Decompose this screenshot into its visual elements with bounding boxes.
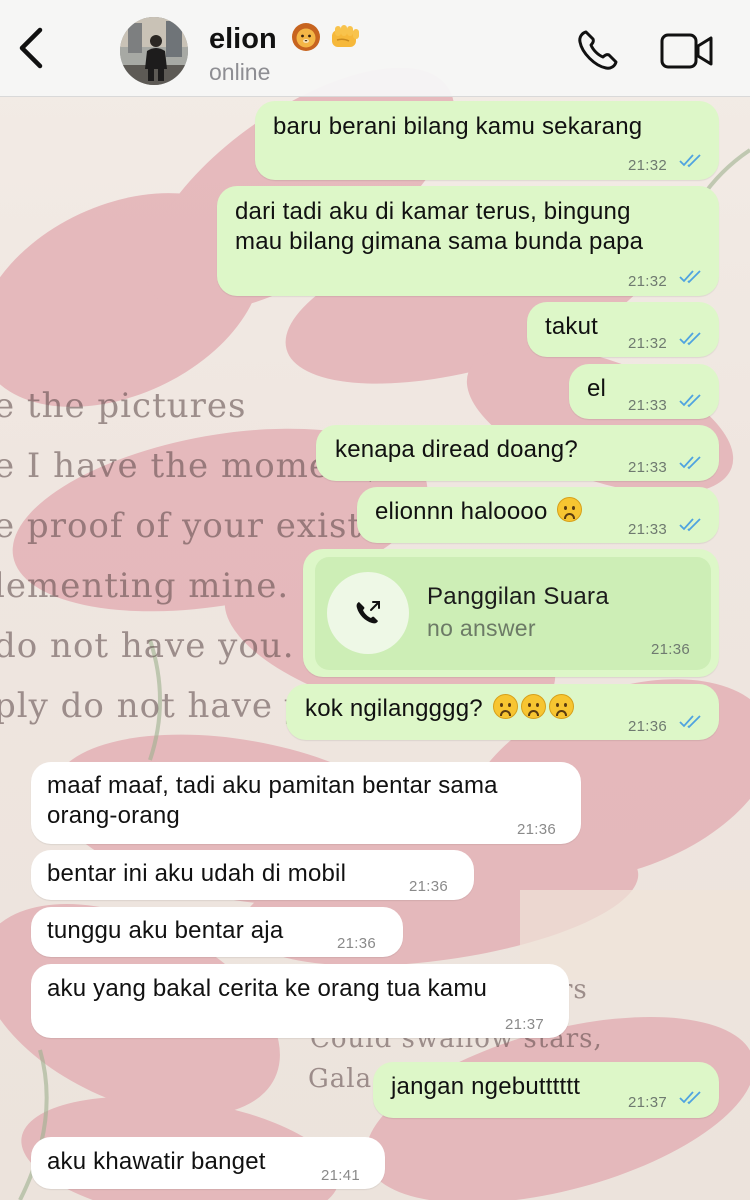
contact-status: online — [209, 59, 271, 85]
message-time: 21:37 — [628, 1094, 668, 1111]
message-time: 21:36 — [337, 935, 377, 952]
message-time: 21:33 — [628, 459, 668, 476]
incoming-message[interactable]: tunggu aku bentar aja 21:36 — [31, 907, 403, 957]
incoming-message[interactable]: maaf maaf, tadi aku pamitan bentar sama … — [31, 762, 581, 844]
incoming-message[interactable]: aku khawatir banget 21:41 — [31, 1137, 385, 1189]
message-text: el — [587, 375, 607, 402]
frowning-face-emoji-icon — [492, 694, 518, 719]
message-time: 21:32 — [628, 157, 668, 174]
read-ticks-icon — [679, 456, 701, 470]
lion-face-emoji-icon — [291, 22, 321, 52]
read-ticks-icon — [679, 518, 701, 532]
message-text: dari tadi aku di kamar terus, bingung — [235, 198, 631, 225]
outgoing-message[interactable]: baru berani bilang kamu sekarang 21:32 — [255, 101, 719, 180]
wallpaper-text: e the pictures — [0, 386, 247, 426]
read-ticks-icon — [679, 715, 701, 729]
wallpaper-text: Gala — [308, 1064, 373, 1094]
contact-name-text: elion — [209, 23, 277, 55]
frowning-face-emoji-icon — [557, 497, 583, 522]
wallpaper-text: lementing mine. — [0, 566, 290, 606]
message-text: jangan ngebutttttt — [391, 1073, 581, 1100]
fist-emoji-icon — [329, 22, 363, 52]
outgoing-message[interactable]: el 21:33 — [569, 364, 719, 419]
video-call-icon[interactable] — [660, 32, 714, 70]
message-time: 21:36 — [628, 718, 668, 735]
message-time: 21:32 — [628, 335, 668, 352]
frowning-face-emoji-icon — [548, 694, 574, 719]
message-text: maaf maaf, tadi aku pamitan bentar sama — [47, 772, 498, 799]
message-text: baru berani bilang kamu sekarang — [273, 113, 643, 140]
message-text: aku yang bakal cerita ke orang tua kamu — [47, 975, 488, 1002]
message-text-content: elionnn haloooo — [375, 498, 548, 525]
message-text: mau bilang gimana sama bunda papa — [235, 228, 644, 255]
message-time: 21:36 — [409, 878, 449, 895]
wallpaper-text: e proof of your existe — [0, 506, 384, 546]
message-text-content: kok ngilangggg? — [305, 695, 483, 722]
read-ticks-icon — [679, 394, 701, 408]
outgoing-message[interactable]: kok ngilangggg? 21:36 — [286, 684, 719, 740]
message-time: 21:36 — [651, 641, 691, 658]
message-text: elionnn haloooo — [375, 497, 583, 527]
outgoing-message[interactable]: takut 21:32 — [527, 302, 719, 357]
message-time: 21:37 — [505, 1016, 545, 1033]
message-time: 21:33 — [628, 397, 668, 414]
call-subtitle: no answer — [427, 615, 536, 641]
read-ticks-icon — [679, 332, 701, 346]
message-text: takut — [545, 313, 599, 340]
message-time: 21:32 — [628, 273, 668, 290]
message-text: bentar ini aku udah di mobil — [47, 860, 347, 887]
incoming-message[interactable]: bentar ini aku udah di mobil 21:36 — [31, 850, 474, 900]
frowning-face-emoji-icon — [520, 694, 546, 719]
wallpaper-text: ply do not have yo — [0, 686, 327, 726]
outgoing-message[interactable]: elionnn haloooo 21:33 — [357, 487, 719, 543]
message-text: orang-orang — [47, 802, 180, 829]
read-ticks-icon — [679, 270, 701, 284]
outgoing-message[interactable]: jangan ngebutttttt 21:37 — [373, 1062, 719, 1118]
contact-name[interactable]: elion — [209, 22, 363, 56]
message-text: tunggu aku bentar aja — [47, 917, 284, 944]
message-time: 21:33 — [628, 521, 668, 538]
message-text: aku khawatir banget — [47, 1148, 266, 1175]
read-ticks-icon — [679, 1091, 701, 1105]
incoming-message[interactable]: aku yang bakal cerita ke orang tua kamu … — [31, 964, 569, 1038]
wallpaper-text: do not have you. — [0, 626, 295, 666]
voice-call-icon[interactable] — [576, 28, 620, 72]
chat-header: elion online — [0, 0, 750, 97]
message-time: 21:36 — [517, 821, 557, 838]
read-ticks-icon — [679, 154, 701, 168]
outgoing-call-icon — [356, 601, 380, 624]
outgoing-message[interactable]: kenapa diread doang? 21:33 — [316, 425, 719, 481]
voice-call-card[interactable]: Panggilan Suara no answer 21:36 — [315, 557, 711, 670]
call-icon-circle — [327, 572, 409, 654]
message-text: kok ngilangggg? — [305, 694, 574, 724]
back-chevron-icon[interactable] — [14, 26, 50, 70]
message-time: 21:41 — [321, 1167, 361, 1184]
call-title: Panggilan Suara — [427, 583, 609, 610]
message-text: kenapa diread doang? — [335, 436, 578, 463]
contact-avatar[interactable] — [120, 17, 188, 85]
outgoing-message[interactable]: dari tadi aku di kamar terus, bingung ma… — [217, 186, 719, 296]
